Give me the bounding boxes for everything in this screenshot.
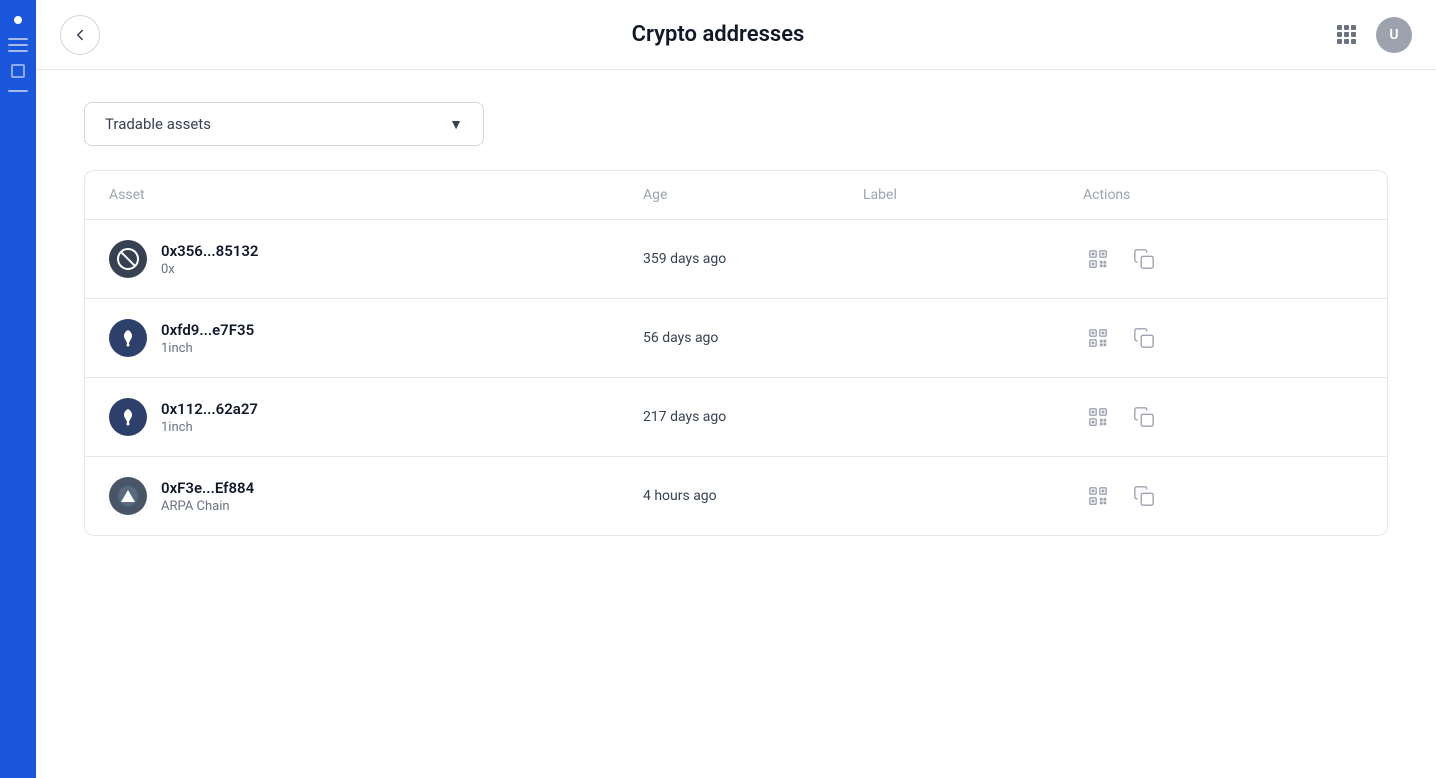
actions-cell-2 [1083, 402, 1363, 432]
asset-info-1: 0xfd9...e7F35 1inch [161, 321, 254, 356]
copy-button-1[interactable] [1129, 323, 1159, 353]
back-button[interactable] [60, 15, 100, 55]
asset-icon-2 [109, 398, 147, 436]
asset-address-0: 0x356...85132 [161, 242, 259, 260]
sidebar-item-1[interactable] [0, 38, 36, 52]
table-row[interactable]: 0x356...85132 0x 359 days ago [85, 220, 1387, 299]
sidebar-item-3[interactable] [0, 90, 36, 92]
copy-button-3[interactable] [1129, 481, 1159, 511]
addresses-table: Asset Age Label Actions 0x356.. [84, 170, 1388, 536]
sidebar-indicator [14, 16, 22, 24]
qr-icon [1087, 485, 1109, 507]
blocked-icon [116, 247, 140, 271]
asset-cell: 0xfd9...e7F35 1inch [109, 319, 643, 357]
qr-icon [1087, 406, 1109, 428]
header: Crypto addresses U [36, 0, 1436, 70]
qr-button-0[interactable] [1083, 244, 1113, 274]
table-header: Asset Age Label Actions [85, 171, 1387, 220]
asset-icon-0 [109, 240, 147, 278]
chevron-down-icon: ▼ [449, 116, 463, 133]
table-row[interactable]: 0xF3e...Ef884 ARPA Chain 4 hours ago [85, 457, 1387, 535]
avatar[interactable]: U [1376, 17, 1412, 53]
asset-info-2: 0x112...62a27 1inch [161, 400, 258, 435]
age-cell-0: 359 days ago [643, 251, 863, 267]
actions-cell-3 [1083, 481, 1363, 511]
qr-icon [1087, 248, 1109, 270]
age-cell-2: 217 days ago [643, 409, 863, 425]
header-right: U [1328, 17, 1412, 53]
table-row[interactable]: 0xfd9...e7F35 1inch 56 days ago [85, 299, 1387, 378]
page-title: Crypto addresses [632, 22, 805, 47]
actions-cell-1 [1083, 323, 1363, 353]
actions-cell-0 [1083, 244, 1363, 274]
column-label: Label [863, 187, 1083, 203]
column-age: Age [643, 187, 863, 203]
age-cell-3: 4 hours ago [643, 488, 863, 504]
1inch-icon [116, 405, 140, 429]
dropdown-label: Tradable assets [105, 115, 211, 133]
column-asset: Asset [109, 187, 643, 203]
1inch-icon [116, 326, 140, 350]
asset-cell: 0x112...62a27 1inch [109, 398, 643, 436]
qr-button-1[interactable] [1083, 323, 1113, 353]
qr-button-3[interactable] [1083, 481, 1113, 511]
asset-address-2: 0x112...62a27 [161, 400, 258, 418]
copy-icon [1133, 406, 1155, 428]
asset-icon-3 [109, 477, 147, 515]
sidebar-item-2[interactable] [0, 64, 36, 78]
grid-icon [1337, 25, 1356, 44]
sidebar-icon-3 [8, 50, 28, 52]
asset-address-1: 0xfd9...e7F35 [161, 321, 254, 339]
table-row[interactable]: 0x112...62a27 1inch 217 days ago [85, 378, 1387, 457]
asset-info-0: 0x356...85132 0x [161, 242, 259, 277]
sidebar-icon-4 [8, 90, 28, 92]
copy-icon [1133, 327, 1155, 349]
qr-button-2[interactable] [1083, 402, 1113, 432]
sidebar-icon-2 [8, 44, 28, 46]
asset-cell: 0xF3e...Ef884 ARPA Chain [109, 477, 643, 515]
asset-name-0: 0x [161, 262, 259, 277]
arpa-icon [116, 484, 140, 508]
qr-icon [1087, 327, 1109, 349]
asset-address-3: 0xF3e...Ef884 [161, 479, 254, 497]
content-area: Tradable assets ▼ Asset Age Label Action… [36, 70, 1436, 778]
header-left [60, 15, 100, 55]
column-actions: Actions [1083, 187, 1363, 203]
copy-icon [1133, 485, 1155, 507]
asset-name-1: 1inch [161, 341, 254, 356]
sidebar-icon-1 [8, 38, 28, 40]
tradable-assets-dropdown[interactable]: Tradable assets ▼ [84, 102, 484, 146]
age-cell-1: 56 days ago [643, 330, 863, 346]
sidebar [0, 0, 36, 778]
copy-button-2[interactable] [1129, 402, 1159, 432]
grid-menu-button[interactable] [1328, 17, 1364, 53]
copy-icon [1133, 248, 1155, 270]
asset-name-3: ARPA Chain [161, 499, 254, 514]
asset-name-2: 1inch [161, 420, 258, 435]
asset-info-3: 0xF3e...Ef884 ARPA Chain [161, 479, 254, 514]
asset-icon-1 [109, 319, 147, 357]
asset-cell: 0x356...85132 0x [109, 240, 643, 278]
copy-button-0[interactable] [1129, 244, 1159, 274]
sidebar-square-icon [11, 64, 25, 78]
main-wrapper: Crypto addresses U Tradable assets ▼ Ass… [36, 0, 1436, 778]
